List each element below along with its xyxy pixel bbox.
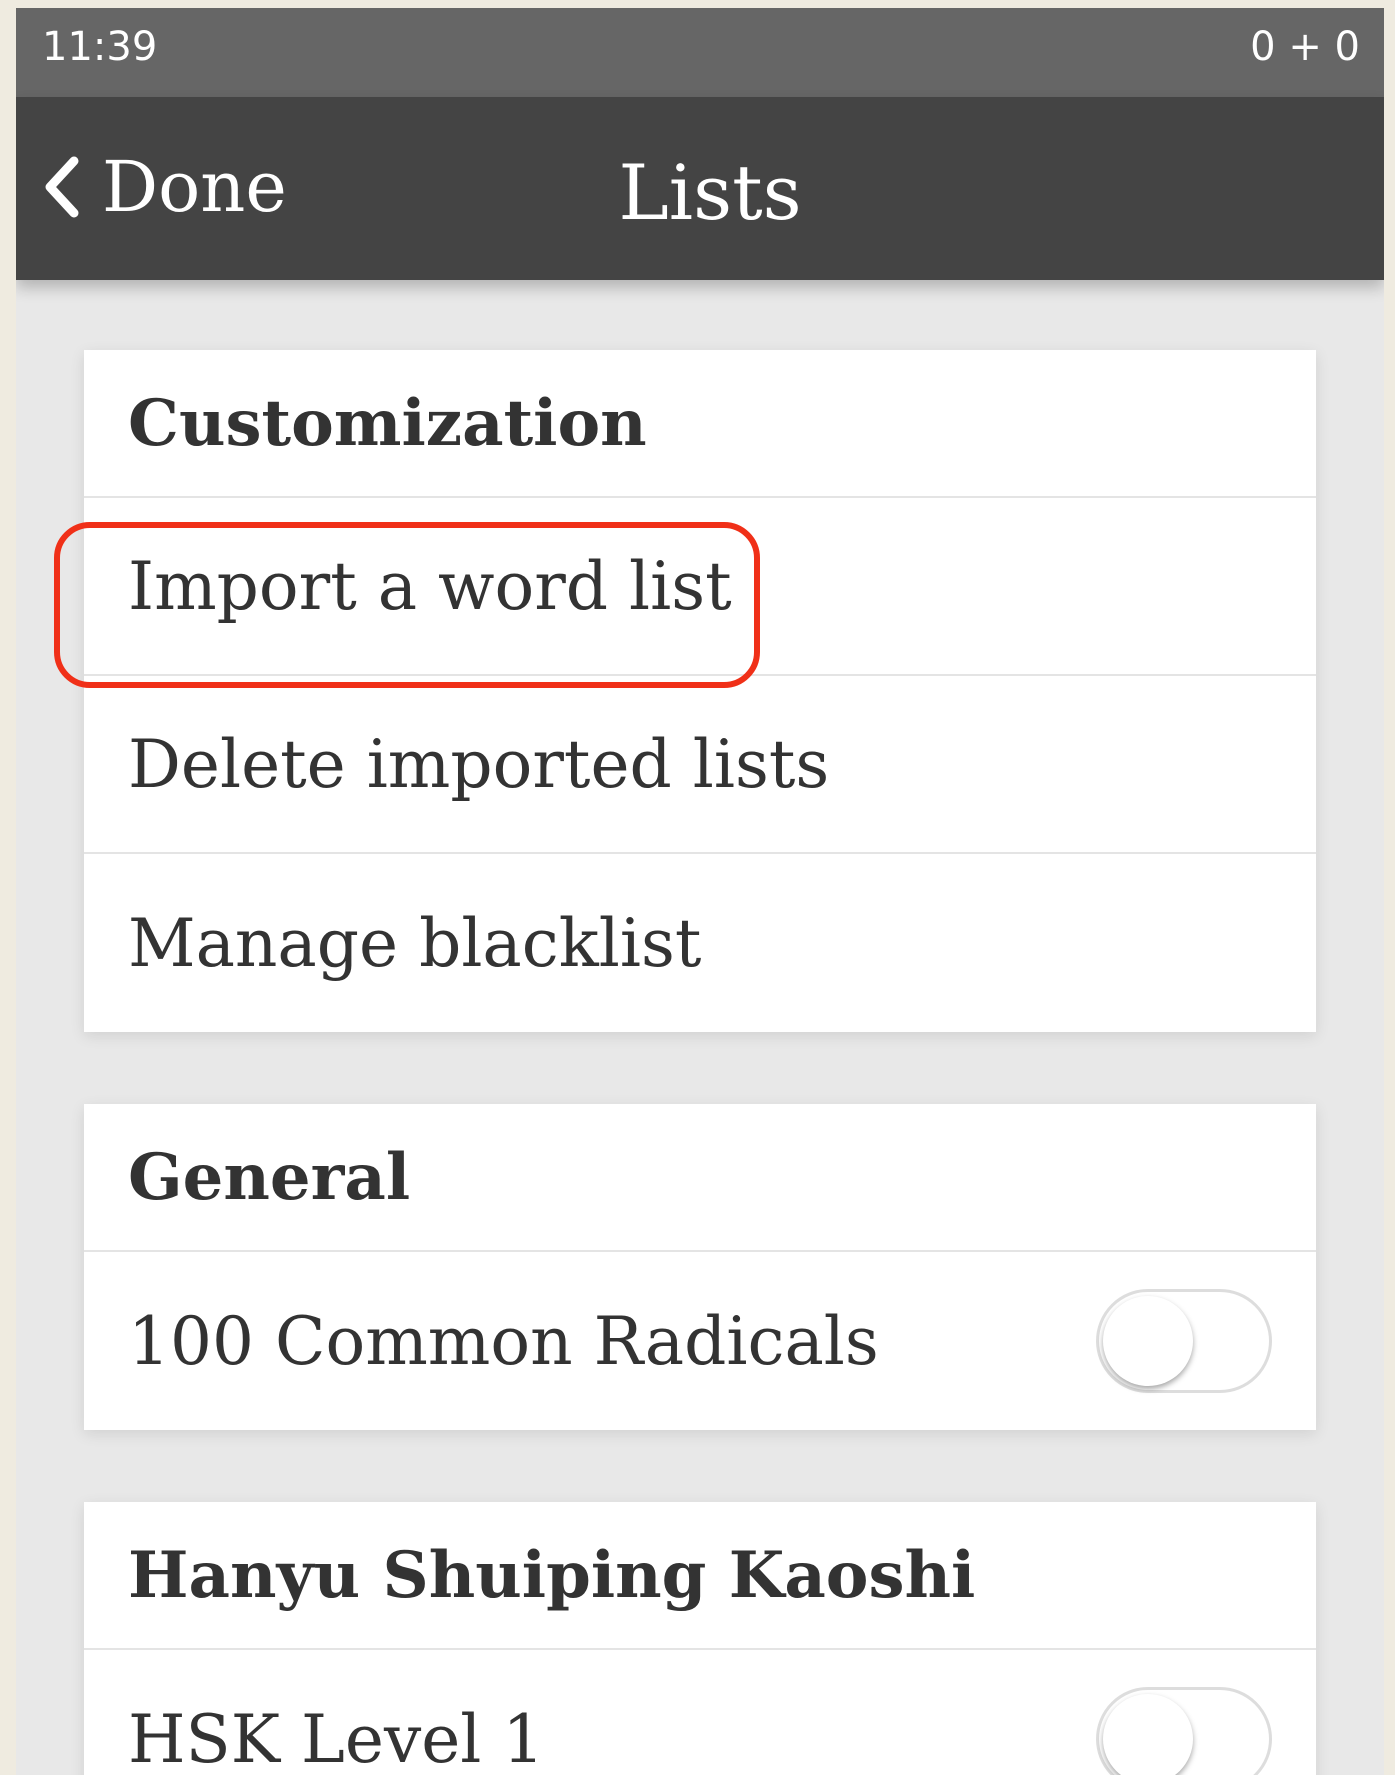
- list-item-label: Manage blacklist: [128, 904, 702, 982]
- page-title: Lists: [618, 148, 802, 237]
- navigation-bar: Done Lists: [16, 97, 1384, 280]
- list-item-hsk-level-1: HSK Level 1: [84, 1650, 1316, 1775]
- section-header-general: General: [84, 1104, 1316, 1252]
- list-item-label: Import a word list: [128, 547, 732, 625]
- hsk-level-1-toggle[interactable]: [1096, 1687, 1272, 1775]
- status-indicator: 0 + 0: [1250, 24, 1360, 70]
- toggle-knob: [1103, 1296, 1193, 1386]
- toggle-knob: [1103, 1694, 1193, 1775]
- delete-imported-lists-item[interactable]: Delete imported lists: [84, 676, 1316, 854]
- hsk-section: Hanyu Shuiping Kaoshi HSK Level 1: [84, 1502, 1316, 1775]
- customization-section: Customization Import a word list Delete …: [84, 350, 1316, 1032]
- section-header-hsk: Hanyu Shuiping Kaoshi: [84, 1502, 1316, 1650]
- app-screen: 11:39 0 + 0 Done Lists Customization Imp…: [16, 8, 1384, 1775]
- list-item-label: 100 Common Radicals: [128, 1302, 879, 1380]
- general-section: General 100 Common Radicals: [84, 1104, 1316, 1430]
- status-time: 11:39: [42, 24, 158, 70]
- list-item-label: HSK Level 1: [128, 1700, 545, 1775]
- radicals-toggle[interactable]: [1096, 1289, 1272, 1393]
- section-header-customization: Customization: [84, 350, 1316, 498]
- status-bar: 11:39 0 + 0: [16, 8, 1384, 97]
- manage-blacklist-item[interactable]: Manage blacklist: [84, 854, 1316, 1032]
- list-item-100-common-radicals: 100 Common Radicals: [84, 1252, 1316, 1430]
- list-item-label: Delete imported lists: [128, 725, 830, 803]
- import-word-list-item[interactable]: Import a word list: [84, 498, 1316, 676]
